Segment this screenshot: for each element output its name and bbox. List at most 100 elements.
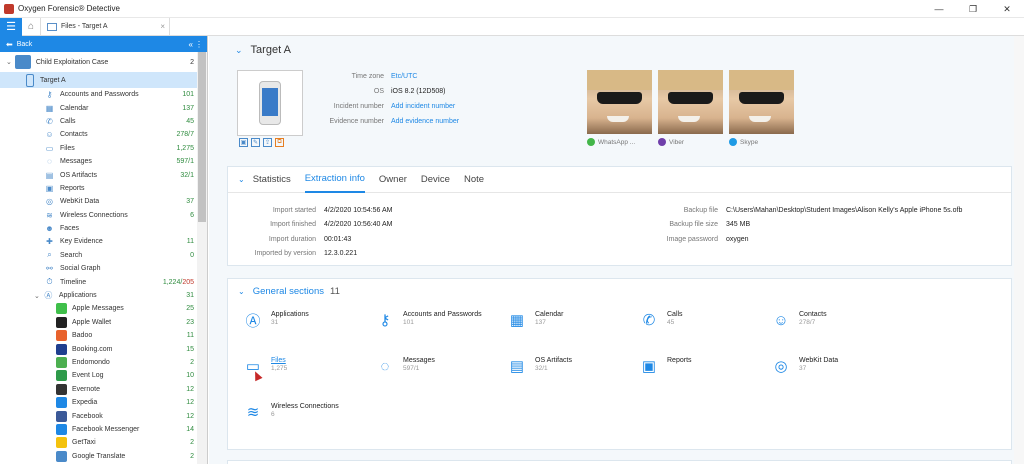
sidebar-item-contacts[interactable]: ☺ Contacts 278/7 (0, 128, 198, 141)
sidebar-item-social-graph[interactable]: ⚯ Social Graph (0, 262, 198, 275)
sidebar-item-calendar[interactable]: ▦ Calendar 137 (0, 101, 198, 114)
sidebar-item-messages[interactable]: ◌ Messages 597/1 (0, 155, 198, 168)
section-files[interactable]: ▭ Files 1,275 (242, 355, 287, 377)
tab-owner[interactable]: Owner (379, 167, 407, 193)
expand-icon[interactable]: ⌄ (34, 292, 40, 300)
photo-thumbnail[interactable] (729, 70, 794, 134)
photo-thumbnail[interactable] (658, 70, 723, 134)
sidebar-app-booking-com[interactable]: Booking.com 15 (0, 342, 198, 355)
info-link[interactable]: Add evidence number (391, 118, 459, 125)
sidebar-item-count: 597/1 (176, 158, 194, 165)
section-contacts[interactable]: ☺ Contacts 278/7 (770, 309, 827, 331)
sidebar-app-google-translate[interactable]: Google Translate 2 (0, 450, 198, 463)
section-calls[interactable]: ✆ Calls 45 (638, 309, 683, 331)
section-wireless-connections[interactable]: ≋ Wireless Connections 6 (242, 401, 339, 423)
page-title: Target A (250, 44, 291, 56)
sidebar-app-apple-wallet[interactable]: Apple Wallet 23 (0, 316, 198, 329)
sidebar-app-event-log[interactable]: Event Log 10 (0, 369, 198, 382)
copy-tool-icon[interactable]: ⧉ (275, 138, 284, 147)
main-scrollbar[interactable] (1014, 36, 1024, 464)
section-name[interactable]: Contacts (799, 311, 827, 318)
section-reports[interactable]: ▣ Reports (638, 355, 692, 377)
sidebar-item-search[interactable]: ⌕ Search 0 (0, 249, 198, 262)
section-name[interactable]: Applications (271, 311, 309, 318)
info-link[interactable]: Add incident number (391, 103, 455, 110)
general-sections-header[interactable]: ⌄ General sections 11 (228, 279, 1011, 303)
more-options-icon[interactable]: ⋮ (195, 40, 203, 49)
tab-note[interactable]: Note (464, 167, 484, 193)
contact-photo[interactable]: Skype (729, 70, 794, 148)
sidebar-item-faces[interactable]: ☻ Faces (0, 222, 198, 235)
tab-statistics[interactable]: Statistics (253, 167, 291, 193)
export-tool-icon[interactable]: ⇪ (263, 138, 272, 147)
section-name[interactable]: Files (271, 357, 287, 364)
chevron-down-icon[interactable]: ⌄ (238, 287, 245, 296)
section-name[interactable]: Accounts and Passwords (403, 311, 482, 318)
section-name[interactable]: Messages (403, 357, 435, 364)
section-os-artifacts[interactable]: ▤ OS Artifacts 32/1 (506, 355, 572, 377)
section-name[interactable]: Reports (667, 357, 692, 364)
menu-icon[interactable]: ☰ (0, 17, 22, 36)
chevron-down-icon[interactable]: ⌄ (238, 175, 245, 184)
sidebar-item-timeline[interactable]: ⏱ Timeline 1,224/205 (0, 275, 198, 288)
section-name[interactable]: Calls (667, 311, 683, 318)
sidebar-item-applications[interactable]: ⌄ Ⓐ Applications 31 (0, 289, 198, 302)
report-icon: ▣ (45, 183, 54, 193)
scrollbar-thumb[interactable] (198, 52, 206, 222)
image-tool-icon[interactable]: ▣ (239, 138, 248, 147)
contact-icon: ☺ (45, 130, 54, 140)
iphone-icon (259, 81, 281, 125)
section-name[interactable]: OS Artifacts (535, 357, 572, 364)
info-link[interactable]: Etc/UTC (391, 73, 417, 80)
sidebar-item-calls[interactable]: ✆ Calls 45 (0, 115, 198, 128)
edit-tool-icon[interactable]: ✎ (251, 138, 260, 147)
sidebar-scrollbar[interactable] (197, 52, 207, 464)
sidebar-app-facebook[interactable]: Facebook 12 (0, 409, 198, 422)
close-button[interactable]: ✕ (990, 0, 1024, 18)
sidebar-app-gettaxi[interactable]: GetTaxi 2 (0, 436, 198, 449)
sidebar-item-accounts-and-passwords[interactable]: ⚷ Accounts and Passwords 101 (0, 88, 198, 101)
tab-extraction-info[interactable]: Extraction info (304, 167, 365, 193)
count-value: 31 (186, 292, 194, 300)
tab-device[interactable]: Device (421, 167, 450, 193)
sidebar-app-evernote[interactable]: Evernote 12 (0, 383, 198, 396)
section-name[interactable]: Calendar (535, 311, 563, 318)
back-arrow-icon[interactable]: ⬅ (6, 40, 13, 49)
extraction-label: Imported by version (254, 250, 316, 258)
section-name[interactable]: Wireless Connections (271, 403, 339, 410)
tab-close-icon[interactable]: × (160, 22, 165, 31)
section-accounts-and-passwords[interactable]: ⚷ Accounts and Passwords 101 (374, 309, 482, 331)
photo-thumbnail[interactable] (587, 70, 652, 134)
sidebar-item-files[interactable]: ▭ Files 1,275 (0, 142, 198, 155)
tree-item-device[interactable]: Target A (0, 72, 198, 88)
app-label: Endomondo (72, 359, 110, 366)
sidebar-item-key-evidence[interactable]: ✚ Key Evidence 11 (0, 235, 198, 248)
section-name[interactable]: WebKit Data (799, 357, 838, 364)
minimize-button[interactable]: — (922, 0, 956, 18)
chevron-down-icon[interactable]: ⌄ (235, 45, 243, 56)
section-applications[interactable]: Ⓐ Applications 31 (242, 309, 309, 331)
sidebar-app-apple-messages[interactable]: Apple Messages 25 (0, 302, 198, 315)
expand-icon[interactable]: ⌄ (6, 58, 12, 66)
tree-item-case[interactable]: ⌄ Child Exploitation Case 2 (0, 52, 198, 72)
tab-files-target-a[interactable]: Files - Target A × (40, 17, 170, 36)
section-messages[interactable]: ◌ Messages 597/1 (374, 355, 435, 377)
sidebar-item-webkit-data[interactable]: ◎ WebKit Data 37 (0, 195, 198, 208)
contact-photo[interactable]: WhatsApp ... (587, 70, 652, 148)
back-button[interactable]: Back (17, 41, 33, 48)
home-icon[interactable]: ⌂ (22, 18, 40, 36)
section-webkit-data[interactable]: ◎ WebKit Data 37 (770, 355, 838, 377)
sidebar-app-expedia[interactable]: Expedia 12 (0, 396, 198, 409)
section-calendar[interactable]: ▦ Calendar 137 (506, 309, 564, 331)
sidebar-item-reports[interactable]: ▣ Reports (0, 182, 198, 195)
sidebar-app-facebook-messenger[interactable]: Facebook Messenger 14 (0, 423, 198, 436)
contact-photo[interactable]: Viber (658, 70, 723, 148)
sidebar-app-endomondo[interactable]: Endomondo 2 (0, 356, 198, 369)
app-label: Apple Messages (72, 305, 124, 313)
maximize-button[interactable]: ❐ (956, 0, 990, 18)
sidebar-item-wireless-connections[interactable]: ≋ Wireless Connections 6 (0, 209, 198, 222)
sidebar-item-os-artifacts[interactable]: ▤ OS Artifacts 32/1 (0, 168, 198, 181)
sidebar-app-badoo[interactable]: Badoo 11 (0, 329, 198, 342)
info-label: Incident number (333, 103, 384, 110)
collapse-icon[interactable]: « (189, 40, 193, 49)
